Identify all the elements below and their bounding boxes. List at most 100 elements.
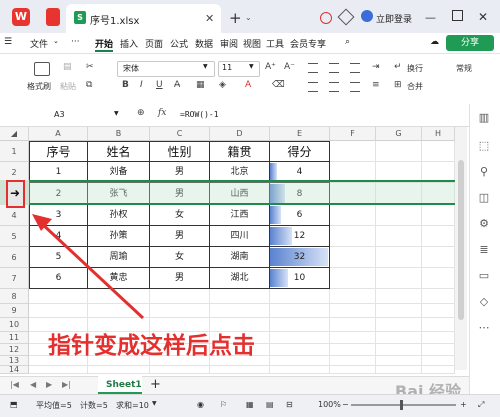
menu-more[interactable]: ··· (71, 37, 80, 47)
copy-icon[interactable]: ⧉ (86, 80, 92, 90)
table-row-cell[interactable]: 湖南 (210, 247, 270, 268)
empty-cell[interactable] (376, 318, 422, 332)
empty-cell[interactable] (422, 268, 455, 289)
merge-icon[interactable]: ⊞ (394, 80, 402, 90)
empty-cell[interactable] (376, 356, 422, 366)
tab-view[interactable]: 视图 (243, 37, 261, 50)
column-header[interactable]: A (29, 127, 88, 141)
search-icon[interactable]: ⌕ (345, 37, 350, 47)
empty-cell[interactable] (210, 304, 270, 318)
column-header[interactable]: C (150, 127, 210, 141)
table-row-cell[interactable]: 男 (150, 268, 210, 289)
empty-cell[interactable] (270, 318, 330, 332)
table-row-cell[interactable]: 6 (29, 268, 88, 289)
table-row-cell[interactable]: 男 (150, 226, 210, 247)
eye-icon[interactable]: ◉ (197, 400, 204, 409)
cloud-icon[interactable]: ☁ (430, 37, 439, 47)
row-header[interactable]: 7 (0, 268, 29, 289)
align-top-icon[interactable] (308, 63, 318, 73)
table-row-cell[interactable]: 四川 (210, 226, 270, 247)
empty-cell[interactable] (422, 247, 455, 268)
table-row-cell[interactable]: 1 (29, 162, 88, 183)
fx-icon[interactable]: fx (158, 108, 166, 118)
empty-cell[interactable] (330, 226, 376, 247)
row-header[interactable]: 1 (0, 141, 29, 162)
empty-cell[interactable] (270, 356, 330, 366)
empty-cell[interactable] (330, 183, 376, 205)
align-bottom-icon[interactable] (350, 63, 360, 73)
filter-icon[interactable]: ⚲ (478, 166, 490, 178)
bold-icon[interactable]: B (122, 80, 129, 90)
row-header[interactable]: 8 (0, 289, 29, 304)
table-row-cell[interactable]: 山西 (210, 183, 270, 205)
row-header[interactable]: 4 (0, 205, 29, 226)
empty-cell[interactable] (376, 366, 422, 374)
table-row-cell[interactable]: 8 (270, 183, 330, 205)
name-box[interactable] (16, 108, 124, 122)
tab-review[interactable]: 审阅 (220, 37, 238, 50)
border-icon[interactable]: ▦ (196, 80, 205, 90)
table-row-cell[interactable]: 女 (150, 205, 210, 226)
column-header[interactable]: F (330, 127, 376, 141)
tab-home[interactable]: 开始 (95, 37, 113, 50)
empty-cell[interactable] (422, 344, 455, 356)
empty-cell[interactable] (330, 247, 376, 268)
wps-logo-icon[interactable]: W (12, 8, 30, 26)
format-painter-icon[interactable] (34, 62, 50, 76)
table-row-cell[interactable]: 4 (29, 226, 88, 247)
font-shrink-icon[interactable]: A⁻ (284, 62, 295, 72)
empty-cell[interactable] (270, 344, 330, 356)
empty-cell[interactable] (376, 304, 422, 318)
table-row-cell[interactable]: 3 (29, 205, 88, 226)
strikethrough-icon[interactable]: A̶ (174, 80, 180, 90)
empty-cell[interactable] (422, 141, 455, 162)
page-layout-icon[interactable]: ▤ (266, 400, 274, 409)
login-link[interactable]: 立即登录 (376, 12, 412, 25)
empty-cell[interactable] (150, 289, 210, 304)
table-row-cell[interactable]: 孙权 (88, 205, 150, 226)
add-sheet-icon[interactable]: + (150, 377, 161, 392)
zoom-out-icon[interactable]: − (342, 400, 349, 409)
tab-page[interactable]: 页面 (145, 37, 163, 50)
row-header[interactable]: 9 (0, 304, 29, 318)
empty-cell[interactable] (422, 304, 455, 318)
sidebar-toggle-icon[interactable]: ▥ (478, 112, 490, 124)
align-center-icon[interactable] (329, 82, 339, 92)
number-format-select[interactable]: 常规 (456, 63, 472, 74)
next-sheet-icon[interactable]: ▶ (46, 380, 52, 389)
table-row-cell[interactable]: 孙策 (88, 226, 150, 247)
empty-cell[interactable] (422, 366, 455, 374)
column-header[interactable]: G (376, 127, 422, 141)
row-header[interactable]: 6 (0, 247, 29, 268)
empty-cell[interactable] (210, 366, 270, 374)
empty-cell[interactable] (330, 332, 376, 344)
empty-cell[interactable] (422, 289, 455, 304)
empty-cell[interactable] (88, 304, 150, 318)
column-header[interactable]: H (422, 127, 455, 141)
table-row-cell[interactable]: 2 (29, 183, 88, 205)
empty-cell[interactable] (422, 318, 455, 332)
empty-cell[interactable] (330, 268, 376, 289)
empty-cell[interactable] (150, 304, 210, 318)
formula-input[interactable]: =ROW()-1 (180, 110, 219, 119)
empty-cell[interactable] (422, 332, 455, 344)
select-all-corner[interactable]: ◢ (0, 127, 29, 141)
maximize-icon[interactable] (452, 10, 463, 21)
minimize-icon[interactable]: — (425, 11, 436, 24)
tab-insert[interactable]: 插入 (120, 37, 138, 50)
menu-file[interactable]: 文件 (30, 37, 48, 50)
empty-cell[interactable] (330, 356, 376, 366)
status-mode-icon[interactable]: ⬒ (10, 400, 18, 409)
align-middle-icon[interactable] (329, 63, 339, 73)
chevron-down-icon[interactable]: ▼ (114, 110, 119, 117)
empty-cell[interactable] (376, 344, 422, 356)
pdf-icon[interactable] (46, 8, 60, 26)
empty-cell[interactable] (422, 356, 455, 366)
tab-formula[interactable]: 公式 (170, 37, 188, 50)
scissors-icon[interactable]: ✂ (86, 62, 94, 72)
avatar[interactable] (361, 10, 373, 22)
table-row-cell[interactable]: 刘备 (88, 162, 150, 183)
table-row-cell[interactable]: 4 (270, 162, 330, 183)
paste-label[interactable]: 粘贴 (60, 81, 76, 92)
italic-icon[interactable]: I (140, 80, 143, 90)
